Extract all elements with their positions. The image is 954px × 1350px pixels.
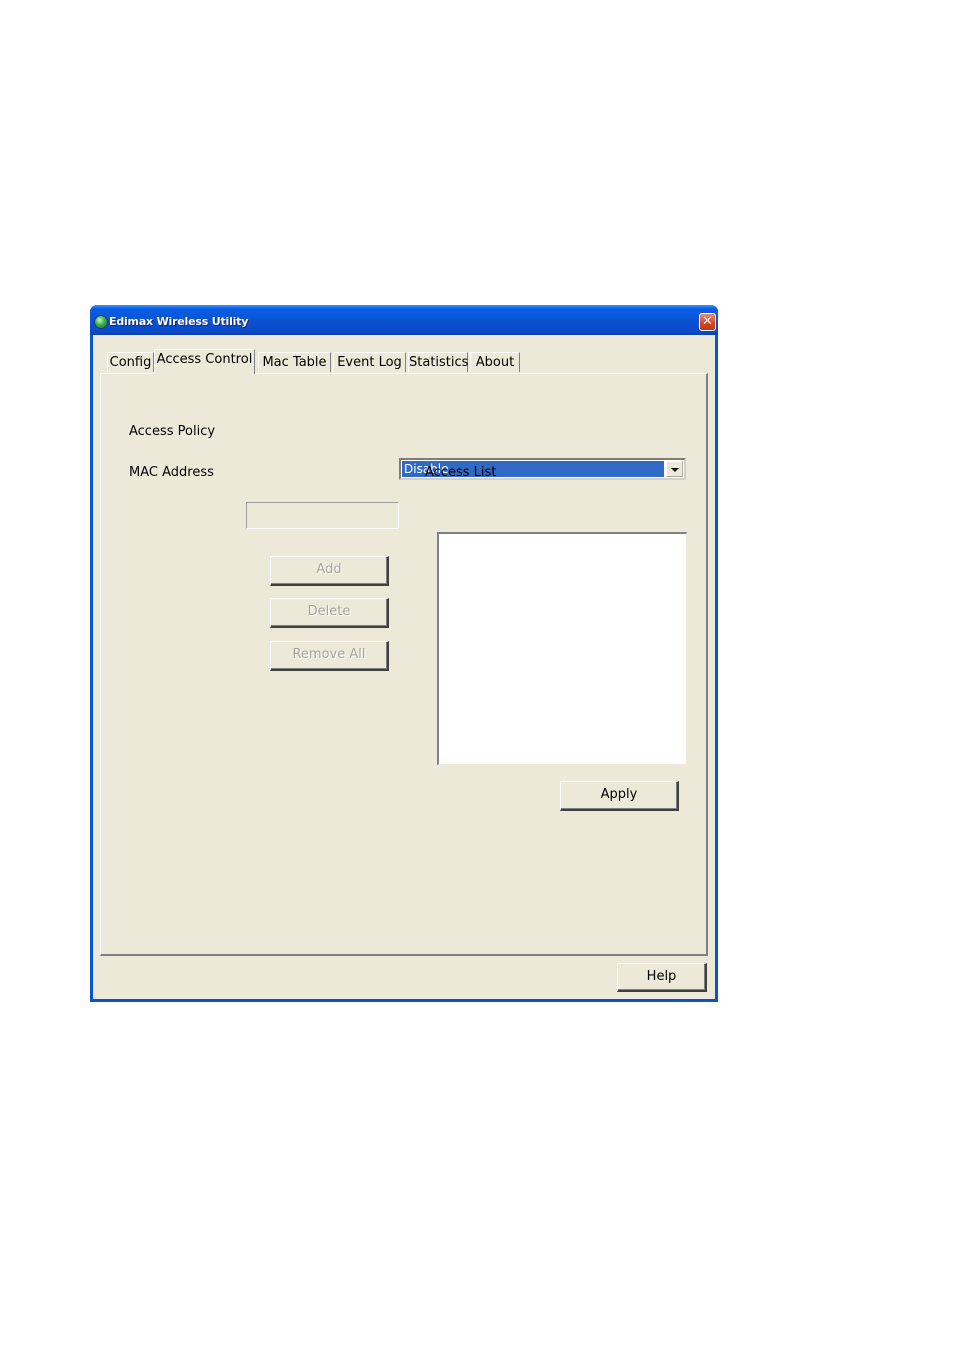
access-control-panel: Access Policy Disable MAC Address Access… [100,373,708,956]
access-list-box[interactable] [437,532,687,765]
tab-statistics[interactable]: Statistics [408,352,468,372]
window-title: Edimax Wireless Utility [109,315,249,328]
window-client-area: Config Access Control Mac Table Event Lo… [93,335,715,999]
app-window: Edimax Wireless Utility ✕ Config Access … [90,305,718,1002]
delete-button[interactable]: Delete [270,598,389,628]
add-button[interactable]: Add [270,556,389,586]
tab-mac-table[interactable]: Mac Table [258,352,331,372]
chevron-down-icon [671,468,679,472]
close-icon: ✕ [702,314,713,329]
tab-config[interactable]: Config [107,352,154,372]
access-policy-dropdown-button[interactable] [666,461,683,477]
tab-access-control[interactable]: Access Control [154,349,255,374]
access-policy-label: Access Policy [129,424,216,439]
access-list-label: Access List [425,465,497,480]
tab-about[interactable]: About [470,352,520,372]
mac-address-label: MAC Address [129,465,214,480]
help-button[interactable]: Help [617,963,707,992]
close-button[interactable]: ✕ [699,313,716,331]
edimax-app-icon [94,315,108,329]
tab-event-log[interactable]: Event Log [333,352,406,372]
apply-button[interactable]: Apply [560,781,679,811]
mac-address-input[interactable] [246,502,399,529]
title-bar[interactable]: Edimax Wireless Utility ✕ [90,305,718,335]
remove-all-button[interactable]: Remove All [270,641,389,671]
